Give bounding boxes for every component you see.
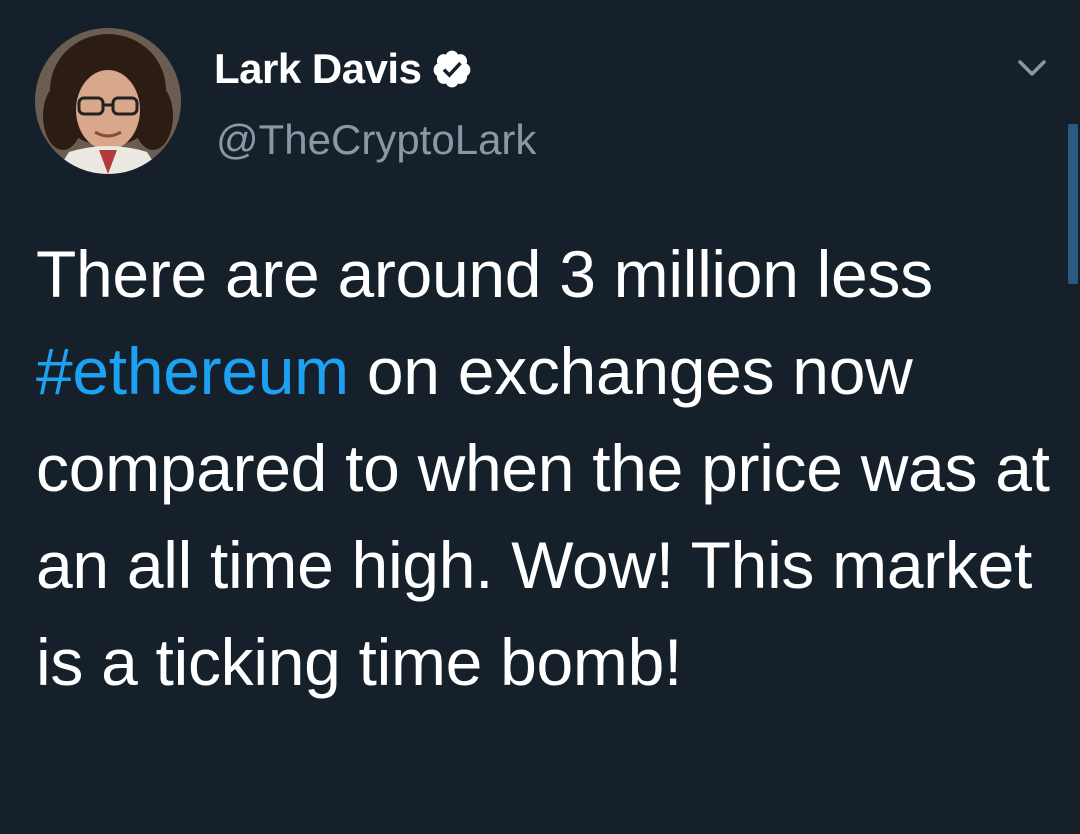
profile-photo-icon (35, 28, 181, 174)
avatar[interactable] (35, 28, 181, 174)
scrollbar[interactable] (1068, 124, 1078, 284)
verified-badge-icon (431, 48, 473, 90)
hashtag-link[interactable]: #ethereum (36, 334, 349, 408)
tweet-card: Lark Davis @TheCryptoLark There are arou… (0, 0, 1080, 834)
author-name-row: Lark Davis (214, 44, 473, 94)
chevron-down-icon[interactable] (1014, 54, 1050, 82)
tweet-text: There are around 3 million less #ethereu… (36, 226, 1066, 711)
author-display-name[interactable]: Lark Davis (214, 44, 422, 94)
tweet-text-part-1: There are around 3 million less (36, 237, 933, 311)
author-handle[interactable]: @TheCryptoLark (216, 112, 536, 168)
